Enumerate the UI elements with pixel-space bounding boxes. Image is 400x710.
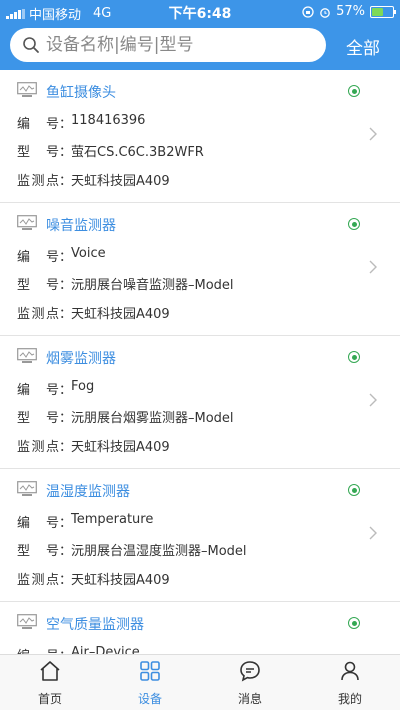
- device-monitor-icon: [17, 215, 37, 231]
- grid-icon: [138, 659, 162, 687]
- device-model: 沅朋展台噪音监测器–Model: [71, 278, 234, 293]
- device-location-label: 监测点：: [17, 174, 73, 189]
- device-location-row: 监测点：天虹科技园A409: [17, 436, 170, 455]
- device-location: 天虹科技园A409: [71, 307, 170, 322]
- device-model-label: 型号：: [17, 278, 73, 293]
- device-location: 天虹科技园A409: [71, 440, 170, 455]
- device-monitor-icon: [17, 348, 37, 364]
- search-input[interactable]: [44, 34, 326, 56]
- tab-label: 消息: [237, 692, 262, 706]
- device-model-row: 型号：沅朋展台噪音监测器–Model: [17, 274, 234, 293]
- device-number: Voice: [71, 246, 106, 261]
- user-icon: [338, 659, 362, 687]
- chevron-right-icon: [368, 392, 378, 408]
- device-location-label: 监测点：: [17, 307, 73, 322]
- device-monitor-icon: [17, 614, 37, 630]
- device-monitor-icon: [17, 481, 37, 497]
- device-list-item[interactable]: 噪音监测器编号： Voice 型号：沅朋展台噪音监测器–Model 监测点：天虹科技园…: [0, 203, 400, 336]
- device-name: 噪音监测器: [46, 218, 116, 234]
- device-model-row: 型号：沅朋展台烟雾监测器–Model: [17, 407, 234, 426]
- device-number-row: 编号： 118416396: [17, 113, 145, 132]
- search-bar[interactable]: [10, 28, 326, 62]
- tab-message[interactable]: 消息: [200, 655, 300, 710]
- device-location-label: 监测点：: [17, 573, 73, 588]
- online-status-icon: [348, 218, 360, 230]
- device-number-label: 编号：: [17, 516, 73, 531]
- home-icon: [38, 659, 62, 687]
- device-name: 烟雾监测器: [46, 351, 116, 367]
- message-icon: [238, 659, 262, 687]
- chevron-right-icon: [368, 525, 378, 541]
- device-model-row: 型号：沅朋展台温湿度监测器–Model: [17, 540, 247, 559]
- battery-icon: [370, 5, 396, 18]
- device-model-label: 型号：: [17, 411, 73, 426]
- tab-bar: 首页 设备 消息 我的: [0, 654, 400, 710]
- device-list-item[interactable]: 空气质量监测器编号：Air–Device: [0, 602, 400, 655]
- tab-grid[interactable]: 设备: [100, 655, 200, 710]
- rotation-lock-icon: [302, 5, 314, 18]
- online-status-icon: [348, 617, 360, 629]
- device-number-label: 编号：: [17, 117, 73, 132]
- filter-all-button[interactable]: 全部: [340, 33, 386, 60]
- device-number: Temperature: [71, 512, 154, 527]
- tab-user[interactable]: 我的: [300, 655, 400, 710]
- tab-home[interactable]: 首页: [0, 655, 100, 710]
- device-name: 温湿度监测器: [46, 484, 130, 500]
- tab-label: 首页: [37, 692, 62, 706]
- device-number: Fog: [71, 379, 95, 394]
- device-name: 鱼缸摄像头: [46, 85, 116, 101]
- battery-percent: 57%: [336, 4, 365, 19]
- device-number-row: 编号： Voice: [17, 246, 106, 265]
- tab-label: 我的: [337, 692, 362, 706]
- online-status-icon: [348, 85, 360, 97]
- chevron-right-icon: [368, 126, 378, 142]
- search-icon: [23, 37, 39, 53]
- header: 中国移动 4G 下午6:48 57% 全部: [0, 0, 400, 70]
- device-model-row: 型号：萤石CS.C6C.3B2WFR: [17, 141, 204, 160]
- online-status-icon: [348, 484, 360, 496]
- online-status-icon: [348, 351, 360, 363]
- device-name: 空气质量监测器: [46, 617, 144, 633]
- tab-label: 设备: [137, 692, 162, 706]
- device-list-item[interactable]: 温湿度监测器编号： Temperature 型号：沅朋展台温湿度监测器–Model 监…: [0, 469, 400, 602]
- device-number-label: 编号：: [17, 383, 73, 398]
- device-model: 萤石CS.C6C.3B2WFR: [71, 145, 204, 160]
- device-location-row: 监测点：天虹科技园A409: [17, 170, 170, 189]
- device-model-label: 型号：: [17, 145, 73, 160]
- device-number: 118416396: [71, 113, 146, 128]
- device-list-item[interactable]: 鱼缸摄像头编号： 118416396 型号：萤石CS.C6C.3B2WFR 监测点：天…: [0, 70, 400, 203]
- device-number-row: 编号： Temperature: [17, 512, 153, 531]
- device-list-item[interactable]: 烟雾监测器编号： Fog 型号：沅朋展台烟雾监测器–Model 监测点：天虹科技园A4…: [0, 336, 400, 469]
- status-bar: 中国移动 4G 下午6:48 57%: [0, 0, 400, 24]
- chevron-right-icon: [368, 259, 378, 275]
- device-location-label: 监测点：: [17, 440, 73, 455]
- device-model: 沅朋展台温湿度监测器–Model: [71, 544, 247, 559]
- alarm-icon: [320, 7, 330, 18]
- device-list: 鱼缸摄像头编号： 118416396 型号：萤石CS.C6C.3B2WFR 监测点：天…: [0, 70, 400, 655]
- device-monitor-icon: [17, 82, 37, 98]
- device-location: 天虹科技园A409: [71, 573, 170, 588]
- device-number-label: 编号：: [17, 250, 73, 265]
- device-location: 天虹科技园A409: [71, 174, 170, 189]
- device-model: 沅朋展台烟雾监测器–Model: [71, 411, 234, 426]
- device-location-row: 监测点：天虹科技园A409: [17, 569, 170, 588]
- device-model-label: 型号：: [17, 544, 73, 559]
- device-location-row: 监测点：天虹科技园A409: [17, 303, 170, 322]
- device-number-row: 编号： Fog: [17, 379, 94, 398]
